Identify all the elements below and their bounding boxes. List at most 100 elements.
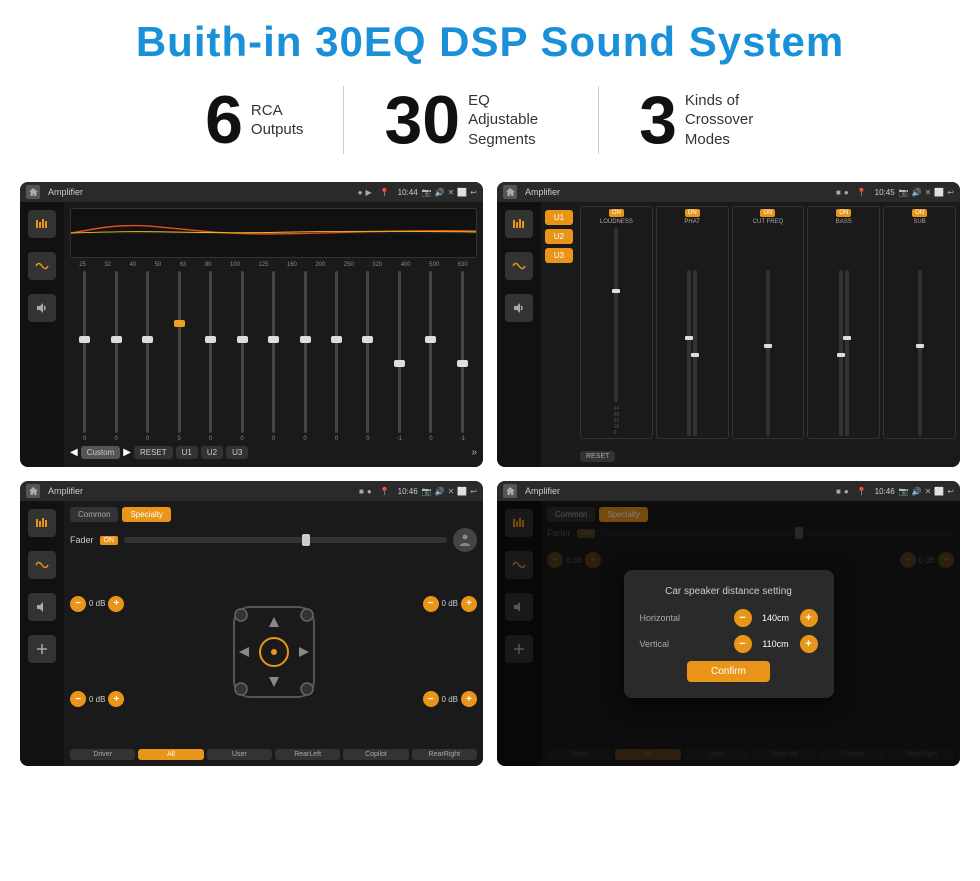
db-top-right: − 0 dB + bbox=[423, 596, 477, 612]
vertical-minus[interactable]: − bbox=[734, 635, 752, 653]
screen2-wave-icon[interactable] bbox=[505, 252, 533, 280]
screen2-statusbar: Amplifier ■● 📍 10:45 📷🔊✕⬜↩ bbox=[497, 182, 960, 202]
screen2-main: U1 U2 U3 ON LOUDNESS bbox=[541, 202, 960, 467]
fader-slider[interactable] bbox=[124, 537, 447, 543]
db-br-value: 0 dB bbox=[442, 695, 458, 704]
prev-button[interactable]: ◀ bbox=[70, 447, 78, 458]
eq-slider-1: 0 bbox=[101, 271, 130, 442]
u3-button[interactable]: U3 bbox=[226, 446, 248, 459]
eq-slider-10: -1 bbox=[385, 271, 414, 442]
eq-slider-11: 0 bbox=[416, 271, 445, 442]
u1-button[interactable]: U1 bbox=[176, 446, 198, 459]
btn-driver[interactable]: Driver bbox=[70, 749, 135, 760]
stat-eq-number: 30 bbox=[384, 86, 460, 154]
screen2-status-icons: ■● bbox=[836, 188, 849, 197]
horizontal-value: 140cm bbox=[756, 613, 796, 623]
db-br-plus[interactable]: + bbox=[461, 691, 477, 707]
sub-on[interactable]: ON bbox=[912, 209, 927, 217]
eq-slider-8: 0 bbox=[322, 271, 351, 442]
db-tr-minus[interactable]: − bbox=[423, 596, 439, 612]
db-tl-minus[interactable]: − bbox=[70, 596, 86, 612]
vertical-value: 110cm bbox=[756, 639, 796, 649]
u3-select[interactable]: U3 bbox=[545, 248, 573, 263]
horizontal-plus[interactable]: + bbox=[800, 609, 818, 627]
play-button[interactable]: ▶ bbox=[123, 447, 131, 458]
db-bl-minus[interactable]: − bbox=[70, 691, 86, 707]
db-bl-plus[interactable]: + bbox=[108, 691, 124, 707]
speaker-layout-area: − 0 dB + − 0 dB + bbox=[70, 558, 477, 745]
btn-user[interactable]: User bbox=[207, 749, 272, 760]
phat-on[interactable]: ON bbox=[685, 209, 700, 217]
screen2-home-icon[interactable] bbox=[503, 185, 517, 199]
wave-icon[interactable] bbox=[28, 252, 56, 280]
screen4-home-icon[interactable] bbox=[503, 484, 517, 498]
screen2-reset-button[interactable]: RESET bbox=[580, 451, 615, 462]
btn-copilot[interactable]: Copilot bbox=[343, 749, 408, 760]
stat-eq-label: EQ AdjustableSegments bbox=[468, 91, 558, 150]
screen1-statusbar: Amplifier ●▶ 📍 10:44 📷🔊✕⬜↩ bbox=[20, 182, 483, 202]
eq-slider-5: 0 bbox=[227, 271, 256, 442]
loudness-label: LOUDNESS bbox=[600, 219, 633, 225]
vertical-plus[interactable]: + bbox=[800, 635, 818, 653]
screen1-side bbox=[20, 202, 64, 467]
bass-on[interactable]: ON bbox=[836, 209, 851, 217]
screen3-tabs: Common Specialty bbox=[70, 507, 477, 522]
db-bl-value: 0 dB bbox=[89, 695, 105, 704]
dialog-title: Car speaker distance setting bbox=[640, 586, 818, 597]
bass-label: BASS bbox=[836, 219, 852, 225]
screen3-home-icon[interactable] bbox=[26, 484, 40, 498]
screen3-app-title: Amplifier bbox=[48, 486, 355, 496]
screen3-arrows-icon[interactable] bbox=[28, 635, 56, 663]
btn-rearleft[interactable]: RearLeft bbox=[275, 749, 340, 760]
eq-icon[interactable] bbox=[28, 210, 56, 238]
speaker-icon[interactable] bbox=[28, 294, 56, 322]
home-icon[interactable] bbox=[26, 185, 40, 199]
eq-slider-4: 0 bbox=[196, 271, 225, 442]
db-tr-plus[interactable]: + bbox=[461, 596, 477, 612]
dialog-horizontal-row: Horizontal − 140cm + bbox=[640, 609, 818, 627]
tab-common[interactable]: Common bbox=[70, 507, 118, 522]
btn-all[interactable]: All bbox=[138, 749, 203, 760]
screen3-status-icons: ■● bbox=[359, 487, 372, 496]
screen3-wave-icon[interactable] bbox=[28, 551, 56, 579]
channel-sliders: ON LOUDNESS 644832160 bbox=[580, 206, 956, 439]
screen4-status-icons: ■● bbox=[836, 487, 849, 496]
channel-loudness: ON LOUDNESS 644832160 bbox=[580, 206, 653, 439]
u2-button[interactable]: U2 bbox=[201, 446, 223, 459]
screen3-content: Common Specialty Fader ON bbox=[20, 501, 483, 766]
confirm-button[interactable]: Confirm bbox=[687, 661, 770, 682]
screen3-main: Common Specialty Fader ON bbox=[64, 501, 483, 766]
dialog-box: Car speaker distance setting Horizontal … bbox=[624, 570, 834, 698]
db-tl-plus[interactable]: + bbox=[108, 596, 124, 612]
fader-on-badge[interactable]: ON bbox=[100, 536, 119, 545]
reset-button[interactable]: RESET bbox=[134, 446, 173, 459]
channels-area: ON LOUDNESS 644832160 bbox=[580, 206, 956, 463]
btn-rearright[interactable]: RearRight bbox=[412, 749, 477, 760]
person-icon bbox=[453, 528, 477, 552]
screen3-speaker-icon[interactable] bbox=[28, 593, 56, 621]
horizontal-control: − 140cm + bbox=[734, 609, 818, 627]
eq-footer: ◀ Custom ▶ RESET U1 U2 U3 » bbox=[70, 442, 477, 461]
custom-button[interactable]: Custom bbox=[81, 446, 121, 459]
screen3-location-icon: 📍 bbox=[380, 487, 390, 496]
screen2-speaker-icon[interactable] bbox=[505, 294, 533, 322]
u2-select[interactable]: U2 bbox=[545, 229, 573, 244]
screen3-right-icons: 📷🔊✕⬜↩ bbox=[422, 487, 477, 496]
dialog-overlay: Car speaker distance setting Horizontal … bbox=[497, 501, 960, 766]
db-br-minus[interactable]: − bbox=[423, 691, 439, 707]
loudness-on[interactable]: ON bbox=[609, 209, 624, 217]
eq-slider-6: 0 bbox=[259, 271, 288, 442]
dialog-vertical-row: Vertical − 110cm + bbox=[640, 635, 818, 653]
tab-specialty[interactable]: Specialty bbox=[122, 507, 170, 522]
screen1-time: 10:44 bbox=[398, 188, 418, 197]
u1-select[interactable]: U1 bbox=[545, 210, 573, 225]
expand-icon[interactable]: » bbox=[471, 447, 477, 458]
screen3-eq-icon[interactable] bbox=[28, 509, 56, 537]
cutfreq-on[interactable]: ON bbox=[760, 209, 775, 217]
channel-sub: ON SUB bbox=[883, 206, 956, 439]
db-tr-value: 0 dB bbox=[442, 599, 458, 608]
stat-rca-number: 6 bbox=[205, 86, 243, 154]
horizontal-minus[interactable]: − bbox=[734, 609, 752, 627]
screen2-eq-icon[interactable] bbox=[505, 210, 533, 238]
eq-sliders: 0 0 0 5 0 0 0 0 0 0 -1 0 -1 bbox=[70, 271, 477, 442]
